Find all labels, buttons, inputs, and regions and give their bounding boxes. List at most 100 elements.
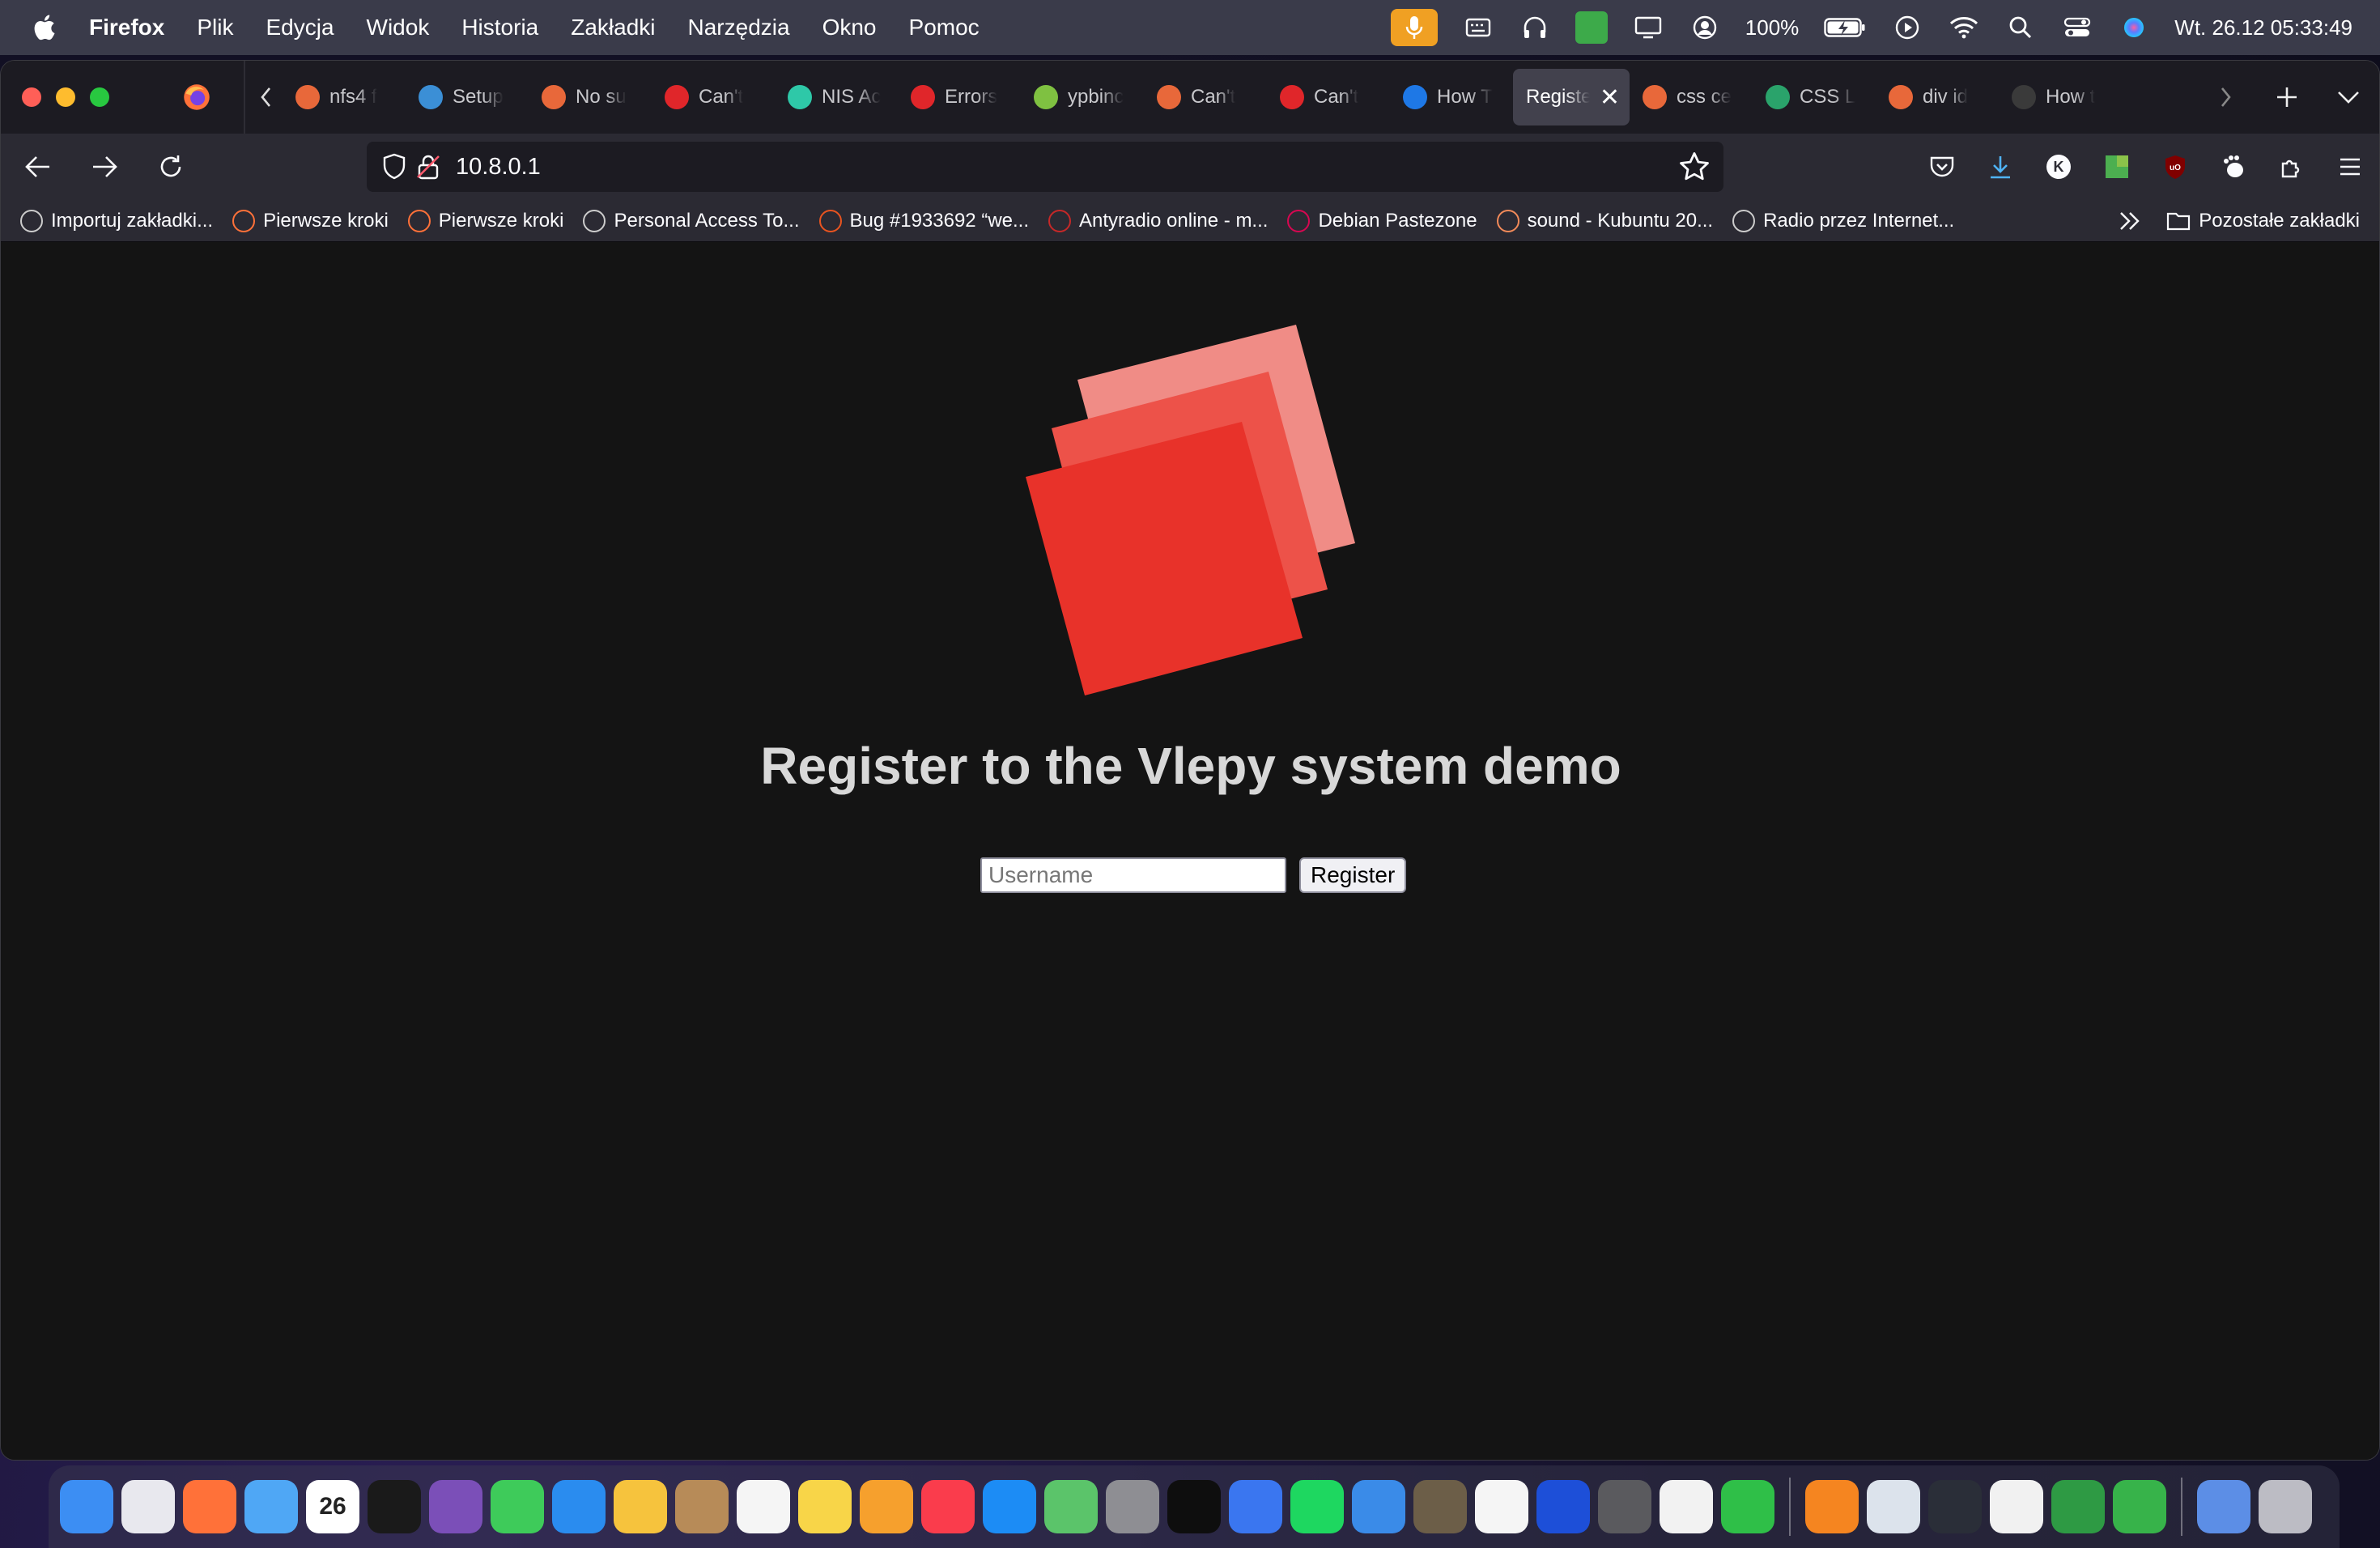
spotlight-search-icon[interactable] — [2004, 11, 2037, 44]
menu-narzedzia[interactable]: Narzędzia — [688, 15, 790, 40]
bookmark-item[interactable]: Radio przez Internet... — [1732, 209, 1954, 232]
scroll-tabs-right-button[interactable] — [2195, 85, 2256, 109]
ublock-origin-button[interactable]: uO — [2146, 154, 2204, 180]
list-all-tabs-button[interactable] — [2318, 89, 2379, 105]
close-tab-icon[interactable]: ✕ — [1600, 83, 1620, 112]
dock-finder-icon[interactable] — [60, 1480, 113, 1533]
bookmark-item[interactable]: Pierwsze kroki — [232, 209, 389, 232]
dock-contacts-icon[interactable] — [675, 1480, 729, 1533]
tab[interactable]: nfs4 f — [283, 69, 406, 125]
tracking-protection-shield-icon[interactable] — [378, 151, 410, 183]
dock-weather-icon[interactable] — [1352, 1480, 1405, 1533]
bookmark-item[interactable]: Antyradio online - m... — [1048, 209, 1268, 232]
minimize-window-button[interactable] — [56, 87, 75, 107]
tab[interactable]: NIS Ac — [775, 69, 898, 125]
dock-messages-icon[interactable] — [491, 1480, 544, 1533]
url-text[interactable]: 10.8.0.1 — [456, 154, 541, 181]
bookmark-item[interactable]: Personal Access To... — [583, 209, 800, 232]
reload-button[interactable] — [142, 142, 200, 191]
pocket-button[interactable] — [1913, 155, 1971, 179]
menu-okno[interactable]: Okno — [822, 15, 877, 40]
dock-spotify-icon[interactable] — [1290, 1480, 1344, 1533]
bookmark-star-icon[interactable] — [1678, 151, 1711, 183]
green-extension-button[interactable] — [2088, 154, 2146, 180]
scroll-tabs-left-button[interactable] — [250, 85, 283, 109]
play-icon[interactable] — [1891, 11, 1923, 44]
dock-sourcetree-icon[interactable] — [2113, 1480, 2166, 1533]
tab[interactable]: How T — [1390, 69, 1513, 125]
dock-firefox-icon[interactable] — [183, 1480, 236, 1533]
menu-plik[interactable]: Plik — [197, 15, 233, 40]
tab[interactable]: Can't — [1144, 69, 1267, 125]
tab[interactable]: How t — [1999, 69, 2122, 125]
dock-trash-icon[interactable] — [2259, 1480, 2312, 1533]
gnome-extension-button[interactable] — [2204, 154, 2263, 180]
bookmark-item[interactable]: Pierwsze kroki — [407, 209, 563, 232]
dock-vpn-icon[interactable] — [1536, 1480, 1590, 1533]
dock-tor-icon[interactable] — [429, 1480, 482, 1533]
register-button[interactable]: Register — [1299, 857, 1407, 893]
dock-safari-icon[interactable] — [552, 1480, 606, 1533]
tab[interactable]: No su — [529, 69, 652, 125]
apple-icon[interactable] — [29, 11, 62, 44]
headphones-icon[interactable] — [1519, 11, 1551, 44]
tab-active[interactable]: Registe ✕ — [1513, 69, 1630, 125]
tab[interactable]: Setup — [406, 69, 529, 125]
dock-gimp-icon[interactable] — [1413, 1480, 1467, 1533]
dock-calendar-icon[interactable]: 26 — [306, 1480, 359, 1533]
dock-music-icon[interactable] — [921, 1480, 975, 1533]
zoom-window-button[interactable] — [90, 87, 109, 107]
bookmark-item[interactable]: Importuj zakładki... — [20, 209, 213, 232]
insecure-lock-icon[interactable] — [412, 151, 444, 183]
display-icon[interactable] — [1632, 11, 1664, 44]
url-bar[interactable]: 10.8.0.1 — [367, 142, 1723, 192]
close-window-button[interactable] — [22, 87, 41, 107]
dock-pages-icon[interactable] — [860, 1480, 913, 1533]
dock-launchpad-icon[interactable] — [121, 1480, 175, 1533]
dock-signal-icon[interactable] — [1229, 1480, 1282, 1533]
dock-photos-icon[interactable] — [614, 1480, 667, 1533]
battery-icon[interactable] — [1823, 11, 1867, 44]
other-bookmarks-folder[interactable]: Pozostałe zakładki — [2166, 210, 2360, 232]
app-menu-button[interactable] — [2321, 156, 2379, 177]
bookmark-item[interactable]: sound - Kubuntu 20... — [1496, 209, 1713, 232]
tab[interactable]: CSS L — [1753, 69, 1876, 125]
menu-app-firefox[interactable]: Firefox — [89, 15, 164, 40]
dock-preview-icon[interactable] — [1867, 1480, 1920, 1533]
control-center-icon[interactable] — [2061, 11, 2093, 44]
new-tab-button[interactable] — [2256, 85, 2318, 109]
keyboard-icon[interactable] — [1462, 11, 1494, 44]
dock-textedit-icon[interactable] — [1990, 1480, 2043, 1533]
tab[interactable]: css ce — [1630, 69, 1753, 125]
dock-reminders-icon[interactable] — [737, 1480, 790, 1533]
menu-edycja[interactable]: Edycja — [266, 15, 334, 40]
dock-activity-monitor-icon[interactable] — [1167, 1480, 1221, 1533]
tab[interactable]: Errors — [898, 69, 1021, 125]
tab[interactable]: Can't — [1267, 69, 1390, 125]
wifi-icon[interactable] — [1948, 11, 1980, 44]
chevron-double-right-icon[interactable] — [2118, 210, 2142, 232]
dock-vlc-icon[interactable] — [1805, 1480, 1859, 1533]
menu-widok[interactable]: Widok — [367, 15, 430, 40]
clock[interactable]: Wt. 26.12 05:33:49 — [2174, 15, 2352, 40]
downloads-button[interactable] — [1971, 154, 2029, 180]
extensions-button[interactable] — [2263, 154, 2321, 180]
menu-zakladki[interactable]: Zakładki — [571, 15, 655, 40]
dock-ble-icon[interactable] — [1660, 1480, 1713, 1533]
dock-calculator-icon[interactable] — [1598, 1480, 1651, 1533]
microphone-icon[interactable] — [1390, 9, 1438, 46]
account-avatar-button[interactable]: K — [2029, 153, 2088, 181]
dock-numbers-icon[interactable] — [1721, 1480, 1774, 1533]
dock-app-store-icon[interactable] — [983, 1480, 1036, 1533]
dock-notes-icon[interactable] — [798, 1480, 852, 1533]
dock-system-settings-icon[interactable] — [1106, 1480, 1159, 1533]
menu-pomoc[interactable]: Pomoc — [909, 15, 980, 40]
dock-quicktime-icon[interactable] — [1928, 1480, 1982, 1533]
dock-inkscape-icon[interactable] — [1475, 1480, 1528, 1533]
dock-terminal-icon[interactable] — [368, 1480, 421, 1533]
sourcetree-status-icon[interactable] — [1575, 11, 1608, 44]
dock-downloads-icon[interactable] — [2197, 1480, 2250, 1533]
dock-vim-icon[interactable] — [2051, 1480, 2105, 1533]
siri-icon[interactable] — [2118, 11, 2150, 44]
back-button[interactable] — [9, 142, 67, 191]
